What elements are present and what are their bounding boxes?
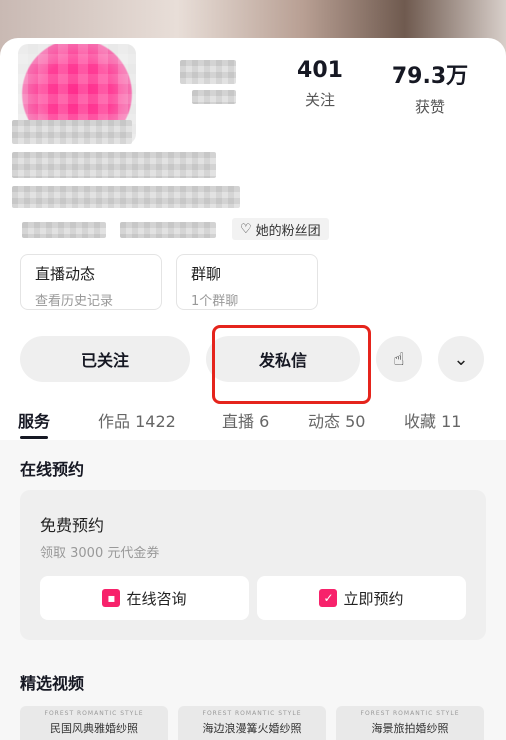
video-title: 海景旅拍婚纱照 [371,722,449,735]
group-chat-card[interactable]: 群聊 1个群聊 [176,254,318,310]
stat-following[interactable]: 401 关注 [292,58,348,110]
fan-club-icon: ♡ [240,221,252,237]
redacted-bio-line [12,152,216,178]
tab-works[interactable]: 作品 1422 [98,408,176,432]
redacted-bio-line [22,222,106,238]
group-chat-title: 群聊 [191,265,222,283]
booking-card: 免费预约 领取 3000 元代金券 ▪ 在线咨询 ✓ 立即预约 [20,490,486,640]
live-history-card[interactable]: 直播动态 查看历史记录 [20,254,162,310]
redacted-bio-line [12,120,132,144]
checkbox-icon: ✓ [319,589,338,607]
stat-likes[interactable]: 79.3万 获赞 [390,58,470,117]
profile-tabs: 服务 作品 1422 直播 6 动态 50 收藏 11 [0,400,506,440]
live-history-title: 直播动态 [35,265,96,283]
consult-label: 在线咨询 [126,589,187,608]
video-caption: FOREST ROMANTIC STYLE [202,710,302,717]
book-now-button[interactable]: ✓ 立即预约 [257,576,466,620]
chevron-down-icon: ⌄ [453,348,469,370]
tab-favorites[interactable]: 收藏 11 [404,408,461,432]
consult-button[interactable]: ▪ 在线咨询 [40,576,249,620]
booking-subtitle: 领取 3000 元代金券 [40,546,160,561]
hand-pointer-icon: ☝ [393,348,405,370]
tab-live[interactable]: 直播 6 [222,408,269,432]
video-thumbnail[interactable]: FOREST ROMANTIC STYLE 海边浪漫篝火婚纱照 [178,706,326,740]
video-title: 民国风典雅婚纱照 [50,722,138,735]
live-history-subtitle: 查看历史记录 [35,294,114,309]
booking-title: 免费预约 [40,516,105,535]
group-chat-subtitle: 1个群聊 [191,294,239,309]
featured-videos-title: 精选视频 [20,674,85,693]
redacted-username [180,60,236,84]
redacted-bio-line [12,186,240,208]
redacted-bio-line [120,222,216,238]
following-button[interactable]: 已关注 [20,336,190,382]
video-caption: FOREST ROMANTIC STYLE [44,710,144,717]
hand-gesture-button[interactable]: ☝ [376,336,422,382]
stat-likes-label: 获赞 [414,98,445,116]
video-title: 海边浪漫篝火婚纱照 [202,722,302,735]
fan-club-label: 她的粉丝团 [255,223,321,239]
stat-following-label: 关注 [304,91,335,109]
more-options-button[interactable]: ⌄ [438,336,484,382]
booking-section-title: 在线预约 [20,460,85,479]
active-tab-indicator [20,436,48,439]
video-caption: FOREST ROMANTIC STYLE [360,710,460,717]
stat-following-value: 401 [297,58,343,83]
book-now-label: 立即预约 [343,589,404,608]
chat-icon: ▪ [102,589,121,607]
tab-services[interactable]: 服务 [18,408,50,432]
video-thumbnail[interactable]: FOREST ROMANTIC STYLE 民国风典雅婚纱照 [20,706,168,740]
highlight-annotation [212,325,371,404]
video-thumbnail[interactable]: FOREST ROMANTIC STYLE 海景旅拍婚纱照 [336,706,484,740]
redacted-id [192,90,236,104]
fan-club-badge[interactable]: ♡ 她的粉丝团 [232,218,329,240]
tab-moments[interactable]: 动态 50 [308,408,365,432]
stat-likes-value: 79.3万 [391,64,469,89]
